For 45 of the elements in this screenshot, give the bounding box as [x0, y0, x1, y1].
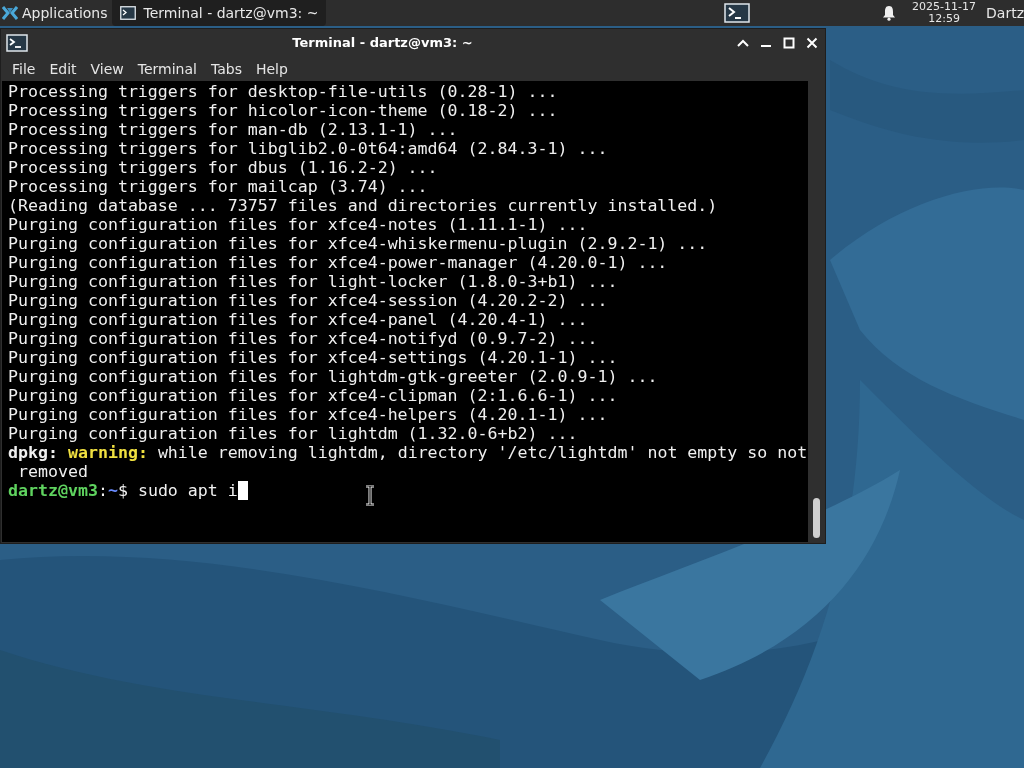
terminal-line: Purging configuration files for xfce4-whiskermenu-plugin (2.9.2-1) ... [8, 234, 708, 253]
menu-item[interactable]: Terminal [130, 58, 204, 80]
terminal-line: Purging configuration files for light-locker (1.8.0-3+b1) ... [8, 272, 618, 291]
terminal-icon[interactable] [724, 3, 751, 23]
menu-item[interactable]: File [5, 58, 43, 80]
user-name[interactable]: Dartz [986, 2, 1024, 24]
applications-menu[interactable]: Applications [0, 0, 112, 26]
terminal-line: Processing triggers for dbus (1.16.2-2) ... [8, 158, 438, 177]
terminal-line: Processing triggers for mailcap (3.74) ... [8, 177, 428, 196]
terminal-line: Purging configuration files for lightdm-gtk-greeter (2.0.9-1) ... [8, 367, 658, 386]
terminal-line: Purging configuration files for xfce4-notifyd (0.9.7-2) ... [8, 329, 598, 348]
terminal-line: Purging configuration files for xfce4-session (4.20.2-2) ... [8, 291, 608, 310]
logo-icon [2, 5, 18, 21]
applications-label: Applications [22, 3, 108, 23]
terminal-line: Purging configuration files for xfce4-power-manager (4.20.0-1) ... [8, 253, 668, 272]
terminal-line: Processing triggers for desktop-file-utils (0.28-1) ... [8, 82, 558, 101]
scrollbar[interactable] [808, 81, 824, 542]
scrollbar-thumb[interactable] [812, 498, 820, 538]
terminal-line: dpkg: warning: while removing lightdm, directory '/etc/lightdm' not empty so not [8, 443, 808, 462]
terminal-line: Purging configuration files for xfce4-notes (1.11.1-1) ... [8, 215, 588, 234]
terminal-line: Purging configuration files for xfce4-helpers (4.20.1-1) ... [8, 405, 608, 424]
terminal-icon [6, 34, 28, 52]
terminal-line: Purging configuration files for xfce4-settings (4.20.1-1) ... [8, 348, 618, 367]
taskbar-button[interactable]: Terminal - dartz@vm3: ~ [111, 0, 327, 26]
close-icon[interactable] [806, 37, 818, 49]
window-title: Terminal - dartz@vm3: ~ [292, 34, 473, 53]
menu-item[interactable]: Edit [42, 58, 84, 80]
text-cursor-icon [365, 485, 375, 506]
clock[interactable]: 2025-11-17 12:59 [912, 1, 977, 25]
terminal-line: Processing triggers for man-db (2.13.1-1) ... [8, 120, 458, 139]
bell-icon[interactable] [882, 5, 897, 21]
terminal-line: (Reading database ... 73757 files and directories currently installed.) [8, 196, 718, 215]
terminal-line: Processing triggers for hicolor-icon-theme (0.18-2) ... [8, 101, 558, 120]
menu-item[interactable]: Help [248, 58, 295, 80]
terminal-line: Processing triggers for libglib2.0-0t64:amd64 (2.84.3-1) ... [8, 139, 608, 158]
terminal-line: Purging configuration files for xfce4-clipman (2:1.6.6-1) ... [8, 386, 618, 405]
menu-item[interactable]: View [83, 58, 131, 80]
terminal-line: removed [17, 462, 88, 481]
terminal-icon [119, 6, 136, 20]
terminal-line: Purging configuration files for xfce4-panel (4.20.4-1) ... [8, 310, 588, 329]
maximize-icon[interactable] [783, 37, 795, 49]
menu-item[interactable]: Tabs [203, 58, 249, 80]
shade-icon[interactable] [737, 38, 749, 48]
terminal-line: dartz@vm3:~$ sudo apt i [8, 481, 238, 500]
terminal-line: Purging configuration files for lightdm (1.32.0-6+b2) ... [8, 424, 578, 443]
